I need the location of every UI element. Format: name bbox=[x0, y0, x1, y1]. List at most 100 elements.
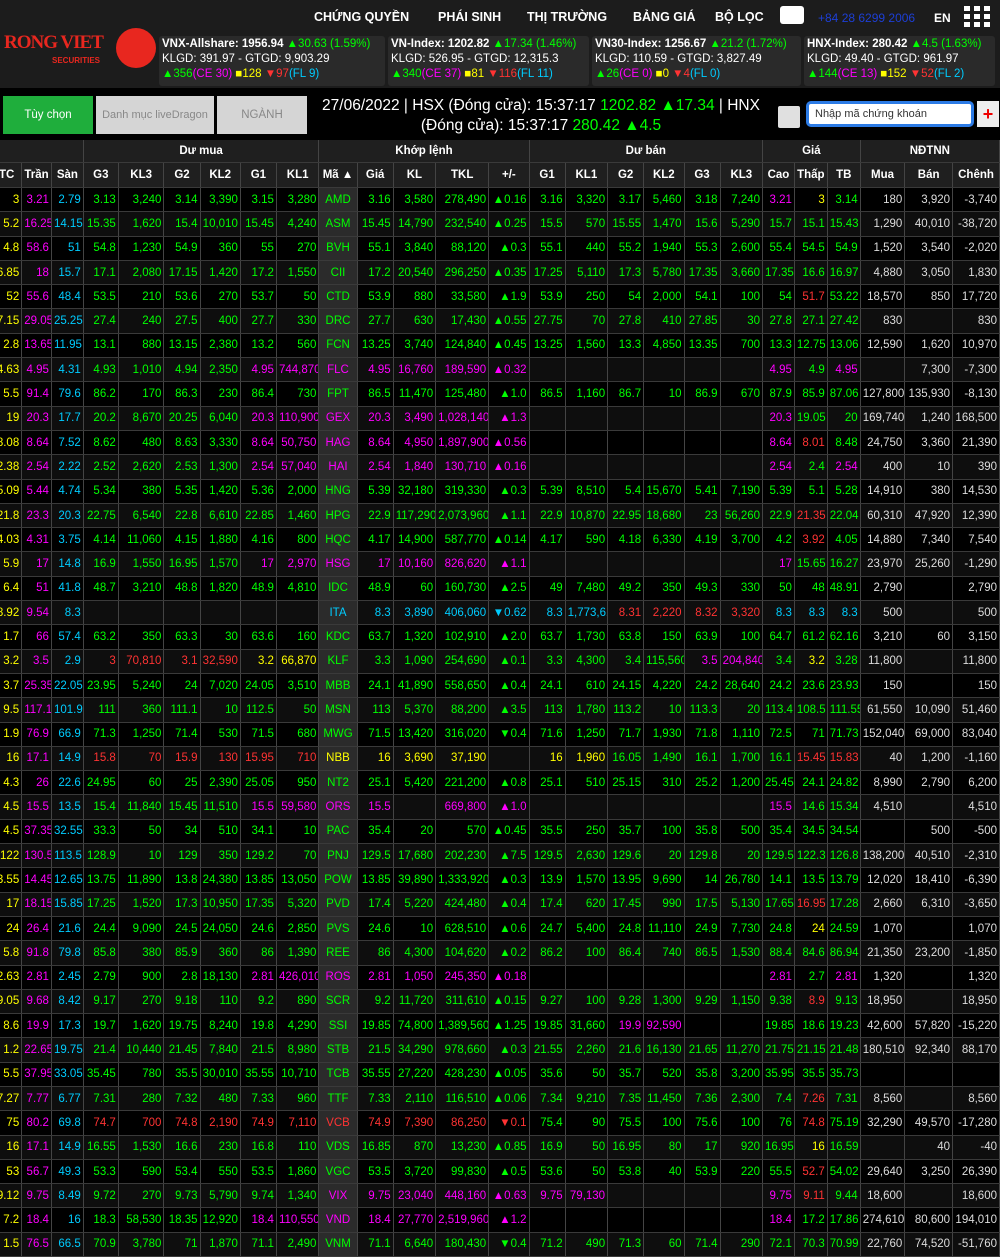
symbol-cell[interactable]: CTD bbox=[318, 284, 358, 310]
symbol-cell[interactable]: CII bbox=[318, 260, 358, 286]
column-header[interactable]: KL2 bbox=[643, 162, 685, 188]
table-row[interactable]: 122 130.5 113.5 128.9 10 129 350 129.2 70 PNJ 129.… bbox=[0, 843, 1000, 869]
symbol-cell[interactable]: TTF bbox=[318, 1086, 358, 1112]
column-header[interactable]: G2 bbox=[607, 162, 645, 188]
column-header[interactable]: Mua bbox=[860, 162, 906, 188]
nav-bo-loc[interactable]: BỘ LỌC bbox=[715, 10, 764, 28]
nav-bang-gia[interactable]: BẢNG GIÁ bbox=[633, 10, 696, 28]
tab-tuy-chon[interactable]: Tùy chọn bbox=[3, 96, 93, 134]
symbol-cell[interactable]: TCB bbox=[318, 1062, 358, 1087]
column-header[interactable]: +/- bbox=[488, 162, 530, 188]
table-row[interactable]: 2.382.542.222.522,6202.531,3002.5457,040… bbox=[0, 454, 1000, 480]
column-header[interactable]: Mã ▲ bbox=[318, 162, 358, 188]
table-row[interactable]: 52 55.6 48.4 53.5 210 53.6 270 53.7 50 CTD 53.9 880… bbox=[0, 284, 1000, 310]
symbol-cell[interactable]: FLC bbox=[318, 357, 358, 383]
table-row[interactable]: 4.3 26 22.6 24.95 60 25 2,390 25.05 950 NT2 25.1 5,… bbox=[0, 770, 1000, 796]
column-header[interactable]: KL1 bbox=[565, 162, 609, 188]
table-row[interactable]: 75 80.2 69.8 74.7 700 74.8 2,190 74.9 7,110 VCB 74… bbox=[0, 1110, 1000, 1136]
table-row[interactable]: 3.5514.4512.6513.7511,89013.824,38013.85… bbox=[0, 867, 1000, 893]
table-row[interactable]: 2.632.812.452.799002.818,1302.81426,010R… bbox=[0, 965, 1000, 990]
table-row[interactable]: 53 56.7 49.3 53.3 590 53.4 550 53.5 1,860 VGC 53.5… bbox=[0, 1159, 1000, 1185]
symbol-cell[interactable]: HAG bbox=[318, 430, 358, 456]
symbol-cell[interactable]: PVD bbox=[318, 892, 358, 917]
table-row[interactable]: 6.851815.717.12,08017.151,42017.21,550CI… bbox=[0, 260, 1000, 286]
table-row[interactable]: 21.823.320.322.756,54022.86,61022.851,46… bbox=[0, 503, 1000, 529]
symbol-cell[interactable]: HAI bbox=[318, 454, 358, 480]
symbol-cell[interactable]: HNG bbox=[318, 479, 358, 504]
symbol-cell[interactable]: BVH bbox=[318, 236, 358, 261]
table-row[interactable]: 4.5 15.5 13.5 15.4 11,840 15.45 11,510 15.5 59,5… bbox=[0, 794, 1000, 820]
table-row[interactable]: 5.5 37.95 33.05 35.45 780 35.5 30,010 35.55 10,7… bbox=[0, 1062, 1000, 1087]
table-row[interactable]: 24 26.4 21.6 24.4 9,090 24.5 24,050 24.6 2,850 PV… bbox=[0, 916, 1000, 942]
column-header[interactable]: KL2 bbox=[200, 162, 241, 188]
index-box[interactable]: VN-Index: 1202.82 ▲17.34 (1.46%) KLGD: 52… bbox=[388, 36, 589, 86]
index-box[interactable]: VNX-Allshare: 1956.94 ▲30.63 (1.59%) KLGD… bbox=[159, 36, 385, 86]
table-row[interactable]: 1.9 76.9 66.9 71.3 1,250 71.4 530 71.5 680 MWG 71.… bbox=[0, 722, 1000, 747]
hotline[interactable]: +84 28 6299 2006 bbox=[818, 11, 915, 25]
table-row[interactable]: 8.6 19.9 17.3 19.7 1,620 19.75 8,240 19.8 4,290 S… bbox=[0, 1013, 1000, 1039]
column-header[interactable]: Chênh bbox=[952, 162, 1000, 188]
table-row[interactable]: 7.2 18.4 16 18.3 58,530 18.35 12,920 18.4 110,55… bbox=[0, 1207, 1000, 1233]
table-row[interactable]: 7.277.776.777.312807.324807.33960TTF7.33… bbox=[0, 1086, 1000, 1112]
column-header[interactable]: KL3 bbox=[720, 162, 764, 188]
symbol-cell[interactable]: SSI bbox=[318, 1013, 358, 1039]
column-header[interactable]: G3 bbox=[684, 162, 721, 188]
symbol-cell[interactable]: SCR bbox=[318, 989, 358, 1015]
fullscreen-icon[interactable] bbox=[778, 106, 800, 128]
column-header[interactable]: G3 bbox=[83, 162, 119, 188]
symbol-cell[interactable]: NBB bbox=[318, 746, 358, 772]
symbol-cell[interactable]: DRC bbox=[318, 308, 358, 334]
table-row[interactable]: 17 18.15 15.85 17.25 1,520 17.3 10,950 17.35 5,3… bbox=[0, 892, 1000, 917]
symbol-cell[interactable]: GEX bbox=[318, 406, 358, 431]
column-header[interactable]: Sàn bbox=[51, 162, 84, 188]
group-price[interactable]: Giá bbox=[762, 140, 861, 163]
symbol-cell[interactable]: HSG bbox=[318, 551, 358, 577]
column-header[interactable]: TKL bbox=[435, 162, 490, 188]
table-row[interactable]: 4.034.313.754.1411,0604.151,8804.16800HQ… bbox=[0, 527, 1000, 553]
symbol-search-input[interactable]: Nhập mã chứng khoán bbox=[806, 101, 974, 127]
column-header[interactable]: KL3 bbox=[118, 162, 165, 188]
column-header[interactable]: TB bbox=[827, 162, 861, 188]
table-row[interactable]: 4.634.954.314.931,0104.942,3504.95744,87… bbox=[0, 357, 1000, 383]
table-row[interactable]: 8.929.548.3ITA8.33,890406,060▼0.628.31,7… bbox=[0, 600, 1000, 626]
symbol-cell[interactable]: MBB bbox=[318, 673, 358, 699]
column-header[interactable]: G1 bbox=[240, 162, 277, 188]
table-row[interactable]: 19 20.3 17.7 20.2 8,670 20.25 6,040 20.3 110,900… bbox=[0, 406, 1000, 431]
tab-danh-muc-livedragon[interactable]: Danh mục liveDragon bbox=[96, 96, 214, 134]
column-header[interactable]: Giá bbox=[357, 162, 394, 188]
column-header[interactable]: Thấp bbox=[794, 162, 828, 188]
table-row[interactable]: 7.1529.0525.2527.424027.540027.7330DRC27… bbox=[0, 308, 1000, 334]
table-row[interactable]: 5.5 91.4 79.6 86.2 170 86.3 230 86.4 730 FPT 86.5 1… bbox=[0, 381, 1000, 407]
table-row[interactable]: 9.059.688.429.172709.181109.2890SCR9.211… bbox=[0, 989, 1000, 1015]
tab-nganh[interactable]: NGÀNH bbox=[217, 96, 307, 134]
symbol-cell[interactable]: PNJ bbox=[318, 843, 358, 869]
table-row[interactable]: 6.4 51 41.8 48.7 3,210 48.8 1,820 48.9 4,810 IDC 4… bbox=[0, 576, 1000, 602]
table-row[interactable]: 5.2 16.25 14.15 15.35 1,620 15.4 10,010 15.45 4,… bbox=[0, 211, 1000, 237]
column-header[interactable]: G2 bbox=[163, 162, 201, 188]
grid-menu-icon[interactable] bbox=[964, 6, 990, 28]
column-header[interactable]: Cao bbox=[762, 162, 795, 188]
table-row[interactable]: 2.8 13.65 11.95 13.1 880 13.15 2,380 13.2 560 FCN… bbox=[0, 333, 1000, 359]
column-header[interactable]: G1 bbox=[529, 162, 566, 188]
symbol-cell[interactable]: VDS bbox=[318, 1135, 358, 1160]
nav-chung-quyen[interactable]: CHỨNG QUYỀN bbox=[314, 10, 409, 28]
table-row[interactable]: 8.088.647.528.624808.633,3308.6450,750HA… bbox=[0, 430, 1000, 456]
table-row[interactable]: 5.095.444.745.343805.351,4205.362,000HNG… bbox=[0, 479, 1000, 504]
add-symbol-button[interactable]: + bbox=[977, 101, 999, 127]
symbol-cell[interactable]: REE bbox=[318, 940, 358, 966]
table-row[interactable]: 9.5 117.1 101.9 111 360 111.1 10 112.5 50 MSN 113 5… bbox=[0, 697, 1000, 723]
table-row[interactable]: 1.7 66 57.4 63.2 350 63.3 30 63.6 160 KDC 63.7 1,32… bbox=[0, 624, 1000, 650]
column-header[interactable]: KL1 bbox=[276, 162, 320, 188]
symbol-cell[interactable]: ORS bbox=[318, 794, 358, 820]
index-box[interactable]: HNX-Index: 280.42 ▲4.5 (1.63%) KLGD: 49.4… bbox=[804, 36, 995, 86]
language-switch[interactable]: EN bbox=[934, 11, 951, 25]
symbol-cell[interactable]: PVS bbox=[318, 916, 358, 942]
table-row[interactable]: 4.8 58.6 51 54.8 1,230 54.9 360 55 270 BVH 55.1 3,8… bbox=[0, 236, 1000, 261]
symbol-cell[interactable]: HPG bbox=[318, 503, 358, 529]
table-row[interactable]: 9.129.758.499.722709.735,7909.741,340VIX… bbox=[0, 1183, 1000, 1209]
table-row[interactable]: 3.7 25.35 22.05 23.95 5,240 24 7,020 24.05 3,510… bbox=[0, 673, 1000, 699]
table-row[interactable]: 5.9 17 14.8 16.9 1,550 16.95 1,570 17 2,970 HSG 17… bbox=[0, 551, 1000, 577]
symbol-cell[interactable]: NT2 bbox=[318, 770, 358, 796]
index-box[interactable]: VN30-Index: 1256.67 ▲21.2 (1.72%) KLGD: 1… bbox=[592, 36, 801, 86]
symbol-cell[interactable]: AMD bbox=[318, 187, 358, 213]
